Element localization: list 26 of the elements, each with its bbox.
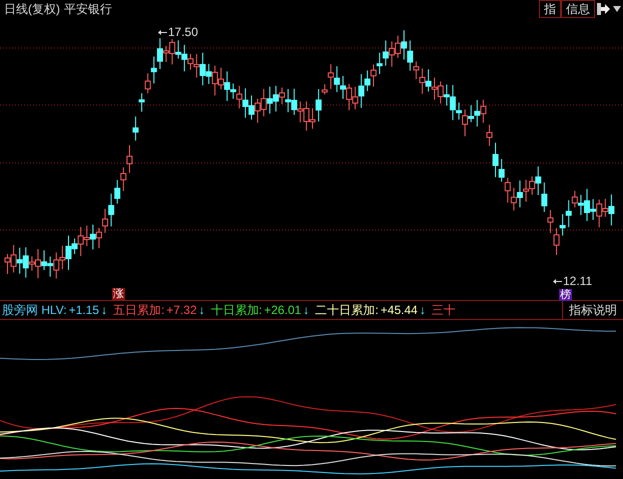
indicator-label: 股旁网 HLV:	[2, 302, 67, 319]
price-label: 12.11	[563, 275, 592, 288]
indicator-value: +26.01	[264, 302, 302, 319]
indicator-label: 二十日累加:	[315, 302, 379, 319]
indicator-value: +1.15	[68, 302, 100, 319]
down-arrow: ↓	[303, 302, 310, 319]
indicator-label: 五日累加:	[113, 302, 164, 319]
down-arrow: ↓	[420, 302, 426, 319]
stock-name: 平安银行	[64, 1, 112, 18]
indicator-value: +7.32	[166, 302, 197, 319]
signal-badge: 涨	[112, 288, 125, 300]
price-label: 17.50	[168, 26, 198, 39]
down-arrow: ↓	[198, 302, 205, 319]
leader-line	[553, 279, 562, 284]
indicator-label: 三十	[432, 302, 456, 319]
indicator-help-button[interactable]: 指标说明	[562, 300, 623, 320]
chart-period: 日线(复权)	[4, 1, 60, 18]
down-arrow: ↓	[101, 302, 108, 319]
leader-line	[158, 30, 167, 35]
toolbar-button[interactable]: 指	[539, 0, 561, 18]
indicator-value: +45.44	[380, 302, 418, 319]
indicator-label: 十日累加:	[210, 302, 262, 319]
signal-badge: 榜	[559, 289, 572, 301]
toolbar-button[interactable]: 信息	[561, 0, 595, 18]
caret-icon[interactable]	[613, 6, 621, 12]
exit-icon[interactable]	[597, 2, 611, 16]
